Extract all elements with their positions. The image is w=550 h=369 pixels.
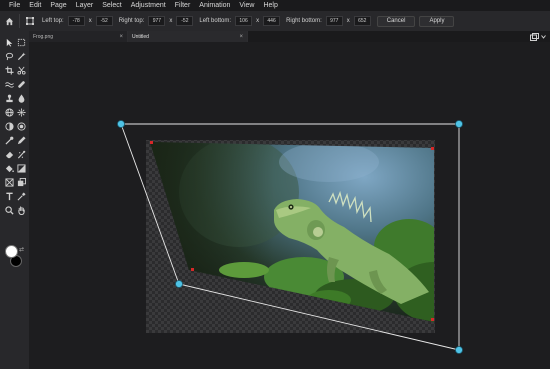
close-icon[interactable]: × <box>119 34 123 40</box>
cancel-button[interactable]: Cancel <box>376 15 416 27</box>
menu-help[interactable]: Help <box>263 2 277 9</box>
menu-layer[interactable]: Layer <box>76 2 94 9</box>
close-icon[interactable]: × <box>239 34 243 40</box>
spot-icon[interactable] <box>16 121 26 131</box>
crop-icon[interactable] <box>4 65 14 75</box>
bucket-icon[interactable] <box>4 163 14 173</box>
handle-right-bottom[interactable] <box>455 346 463 354</box>
tab-frog[interactable]: Frog.png × <box>29 31 128 42</box>
perspective-transform-icon[interactable] <box>24 15 36 27</box>
tab-label: Frog.png <box>33 33 54 40</box>
right-top-label: Right top: <box>118 18 145 24</box>
tools-panel: ⇄ <box>0 31 29 369</box>
scissors-icon[interactable] <box>16 65 26 75</box>
stamp-icon[interactable] <box>4 93 14 103</box>
menu-view[interactable]: View <box>239 2 254 9</box>
left-bottom-y-input[interactable]: 446 <box>263 16 281 26</box>
times-sign: x <box>88 18 92 24</box>
clone-icon[interactable] <box>16 177 26 187</box>
times-sign: x <box>256 18 260 24</box>
swap-colors-icon[interactable]: ⇄ <box>19 246 24 253</box>
right-top-field: Right top: 977 x -52 <box>119 16 194 26</box>
marquee-icon[interactable] <box>16 37 26 47</box>
corner-marker <box>431 318 434 321</box>
menu-select[interactable]: Select <box>102 2 121 9</box>
text-icon[interactable] <box>4 191 14 201</box>
options-bar: Left top: -78 x -52 Right top: 977 x -52… <box>0 11 550 31</box>
pencil-icon[interactable] <box>16 135 26 145</box>
right-bottom-label: Right bottom: <box>286 18 322 24</box>
menu-filter[interactable]: Filter <box>175 2 191 9</box>
handle-right-top[interactable] <box>455 120 463 128</box>
contrast-icon[interactable] <box>4 121 14 131</box>
menu-file[interactable]: File <box>9 2 20 9</box>
drop-icon[interactable] <box>16 93 26 103</box>
right-bottom-field: Right bottom: 977 x 652 <box>286 16 371 26</box>
corner-marker <box>431 147 434 150</box>
tab-label: Untitled <box>132 33 149 40</box>
globe-icon[interactable] <box>4 107 14 117</box>
left-top-field: Left top: -78 x -52 <box>42 16 113 26</box>
foreground-color-swatch[interactable] <box>5 245 18 258</box>
pointer-icon[interactable] <box>4 37 14 47</box>
left-bottom-x-input[interactable]: 106 <box>235 16 253 26</box>
corner-marker <box>191 268 194 271</box>
home-icon[interactable] <box>3 15 15 27</box>
left-top-x-input[interactable]: -78 <box>67 16 85 26</box>
lasso-icon[interactable] <box>4 51 14 61</box>
healing-icon[interactable] <box>16 79 26 89</box>
left-top-label: Left top: <box>42 18 64 24</box>
frame-icon[interactable] <box>4 177 14 187</box>
brush-sparkle-icon[interactable] <box>16 107 26 117</box>
times-sign: x <box>169 18 173 24</box>
perspective-overlay <box>117 120 463 354</box>
handle-left-top[interactable] <box>117 120 125 128</box>
document-tabs: Frog.png × Untitled × <box>29 31 550 42</box>
wave-icon[interactable] <box>4 79 14 89</box>
menu-edit[interactable]: Edit <box>29 2 41 9</box>
divider <box>19 14 20 28</box>
smudge-icon[interactable] <box>16 149 26 159</box>
gradient-icon[interactable] <box>16 163 26 173</box>
right-top-x-input[interactable]: 977 <box>148 16 166 26</box>
apply-button[interactable]: Apply <box>419 15 455 27</box>
left-bottom-field: Left bottom: 106 x 446 <box>199 16 281 26</box>
canvas-area[interactable] <box>29 42 550 369</box>
menu-animation[interactable]: Animation <box>199 2 230 9</box>
panels-toggle-icon[interactable] <box>530 32 546 41</box>
left-top-y-input[interactable]: -52 <box>95 16 113 26</box>
menu-bar: File Edit Page Layer Select Adjustment F… <box>0 0 550 11</box>
handle-left-bottom[interactable] <box>175 280 183 288</box>
right-top-y-input[interactable]: -52 <box>176 16 194 26</box>
left-bottom-label: Left bottom: <box>199 18 232 24</box>
times-sign: x <box>346 18 350 24</box>
hand-icon[interactable] <box>16 205 26 215</box>
menu-page[interactable]: Page <box>50 2 66 9</box>
zoom-icon[interactable] <box>4 205 14 215</box>
magic-wand-icon[interactable] <box>16 51 26 61</box>
menu-adjustment[interactable]: Adjustment <box>131 2 166 9</box>
eraser-icon[interactable] <box>4 149 14 159</box>
corner-marker <box>150 141 153 144</box>
right-bottom-y-input[interactable]: 652 <box>353 16 371 26</box>
picker-icon[interactable] <box>4 135 14 145</box>
right-bottom-x-input[interactable]: 977 <box>325 16 343 26</box>
tab-untitled[interactable]: Untitled × <box>128 31 248 42</box>
eyedropper-icon[interactable] <box>16 191 26 201</box>
